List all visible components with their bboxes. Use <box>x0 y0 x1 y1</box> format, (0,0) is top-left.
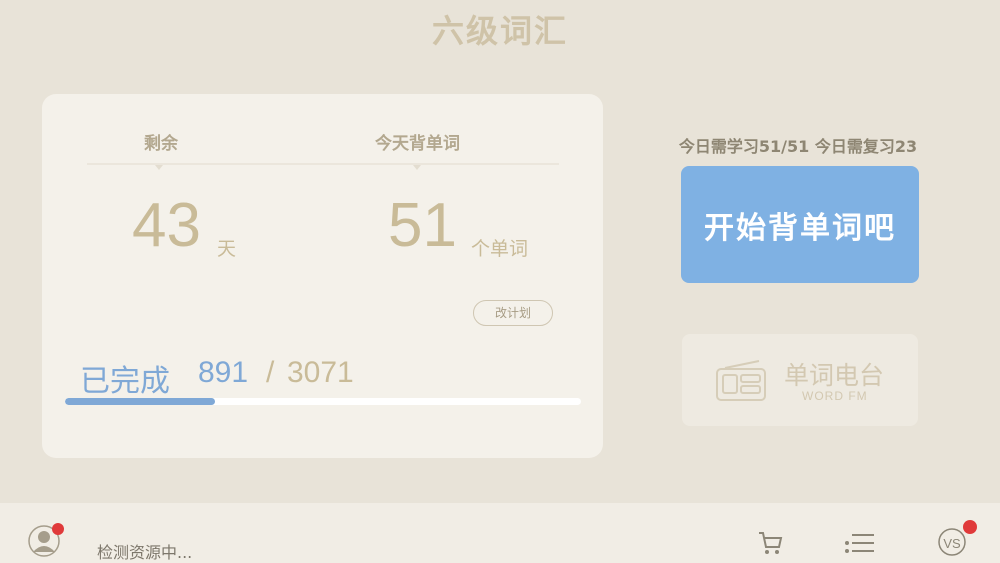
vs-notification-badge <box>963 520 977 534</box>
today-summary: 今日需学习51/51 今日需复习23 <box>678 137 918 156</box>
completed-label: 已完成 <box>80 364 170 399</box>
avatar[interactable] <box>28 523 64 557</box>
bottom-bar: 检测资源中... VS <box>0 503 1000 563</box>
progress-bar-fill <box>65 398 215 405</box>
progress-bar <box>65 398 581 405</box>
today-words-unit: 个单词 <box>471 238 529 260</box>
pointer-marker <box>413 165 421 170</box>
status-text: 检测资源中... <box>97 543 193 562</box>
today-words-label: 今天背单词 <box>375 134 460 154</box>
remaining-days-value: 43 <box>132 191 201 260</box>
page-title: 六级词汇 <box>431 12 568 50</box>
remaining-label: 剩余 <box>144 134 178 154</box>
pointer-marker <box>155 165 163 170</box>
list-icon[interactable] <box>844 531 876 555</box>
word-fm-button[interactable]: 单词电台 WORD FM <box>682 334 918 426</box>
study-plan-card: 剩余 今天背单词 43 天 51 个单词 改计划 已完成 891 / 3071 <box>42 94 603 458</box>
today-words-value: 51 <box>388 191 457 260</box>
word-fm-title: 单词电台 <box>784 361 885 390</box>
word-fm-subtitle: WORD FM <box>802 389 868 403</box>
progress-separator: / <box>266 356 275 389</box>
notification-badge <box>52 523 64 535</box>
total-count: 3071 <box>287 356 354 389</box>
start-learning-button[interactable]: 开始背单词吧 <box>681 166 919 283</box>
remaining-days-unit: 天 <box>217 238 237 260</box>
cart-icon[interactable] <box>757 530 783 556</box>
change-plan-button[interactable]: 改计划 <box>473 300 553 326</box>
completed-count: 891 <box>198 356 249 389</box>
radio-icon <box>716 360 766 401</box>
svg-text:VS: VS <box>943 536 961 551</box>
